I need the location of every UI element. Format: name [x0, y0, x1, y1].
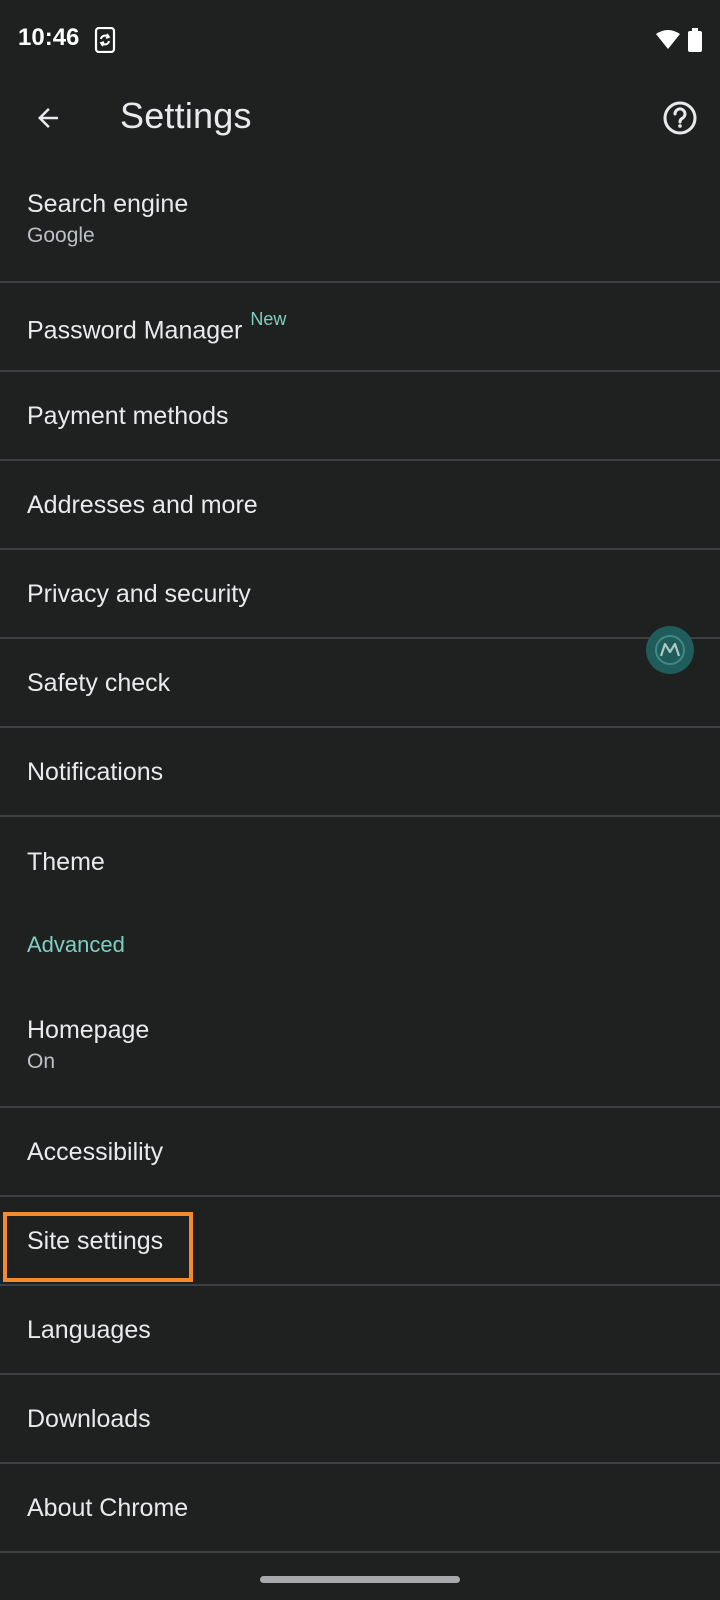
addresses-title: Addresses and more [27, 490, 258, 519]
homepage-title: Homepage [27, 1015, 150, 1044]
search-engine-item[interactable]: Search engine Google [0, 156, 720, 283]
notifications-item[interactable]: Notifications [0, 728, 720, 817]
downloads-item[interactable]: Downloads [0, 1375, 720, 1464]
search-engine-value: Google [27, 223, 95, 247]
new-badge: New [250, 308, 287, 329]
password-manager-item[interactable]: Password Manager New [0, 283, 720, 372]
password-manager-title: Password Manager [27, 316, 243, 345]
help-button[interactable] [656, 94, 704, 142]
languages-title: Languages [27, 1315, 151, 1344]
theme-item[interactable]: Theme [0, 817, 720, 906]
safety-check-item[interactable]: Safety check [0, 639, 720, 728]
safety-check-title: Safety check [27, 668, 171, 697]
home-indicator[interactable] [260, 1576, 460, 1583]
arrow-back-icon [38, 108, 58, 128]
addresses-item[interactable]: Addresses and more [0, 461, 720, 550]
payment-methods-title: Payment methods [27, 401, 229, 430]
moto-logo-icon [655, 635, 685, 665]
status-time: 10:46 [18, 24, 80, 51]
battery-icon [688, 28, 702, 52]
theme-title: Theme [27, 847, 105, 876]
privacy-security-item[interactable]: Privacy and security [0, 550, 720, 639]
downloads-title: Downloads [27, 1404, 151, 1433]
accessibility-title: Accessibility [27, 1137, 164, 1166]
advanced-section-header: Advanced [27, 931, 125, 957]
languages-item[interactable]: Languages [0, 1286, 720, 1375]
wifi-icon [656, 30, 680, 49]
search-engine-title: Search engine [27, 189, 189, 218]
back-button[interactable] [24, 94, 72, 142]
payment-methods-item[interactable]: Payment methods [0, 372, 720, 461]
help-circle-icon [663, 101, 697, 135]
notifications-title: Notifications [27, 757, 164, 786]
app-bar: Settings [0, 80, 720, 156]
privacy-security-title: Privacy and security [27, 579, 251, 608]
site-settings-title: Site settings [27, 1226, 164, 1255]
accessibility-item[interactable]: Accessibility [0, 1108, 720, 1197]
homepage-item[interactable]: Homepage On [0, 983, 720, 1108]
password-manager-row: Password Manager New [27, 307, 720, 346]
settings-list: Search engine Google Password Manager New… [0, 156, 720, 1553]
sync-icon [94, 27, 116, 53]
homepage-value: On [27, 1049, 56, 1073]
about-chrome-title: About Chrome [27, 1493, 189, 1522]
settings-screen: 10:46 Settings Search engine Google Pass… [0, 0, 720, 1600]
moto-assistant-bubble[interactable] [646, 626, 694, 674]
status-bar: 10:46 [0, 0, 720, 80]
site-settings-item[interactable]: Site settings [0, 1197, 720, 1286]
page-title: Settings [120, 95, 252, 136]
about-chrome-item[interactable]: About Chrome [0, 1464, 720, 1553]
